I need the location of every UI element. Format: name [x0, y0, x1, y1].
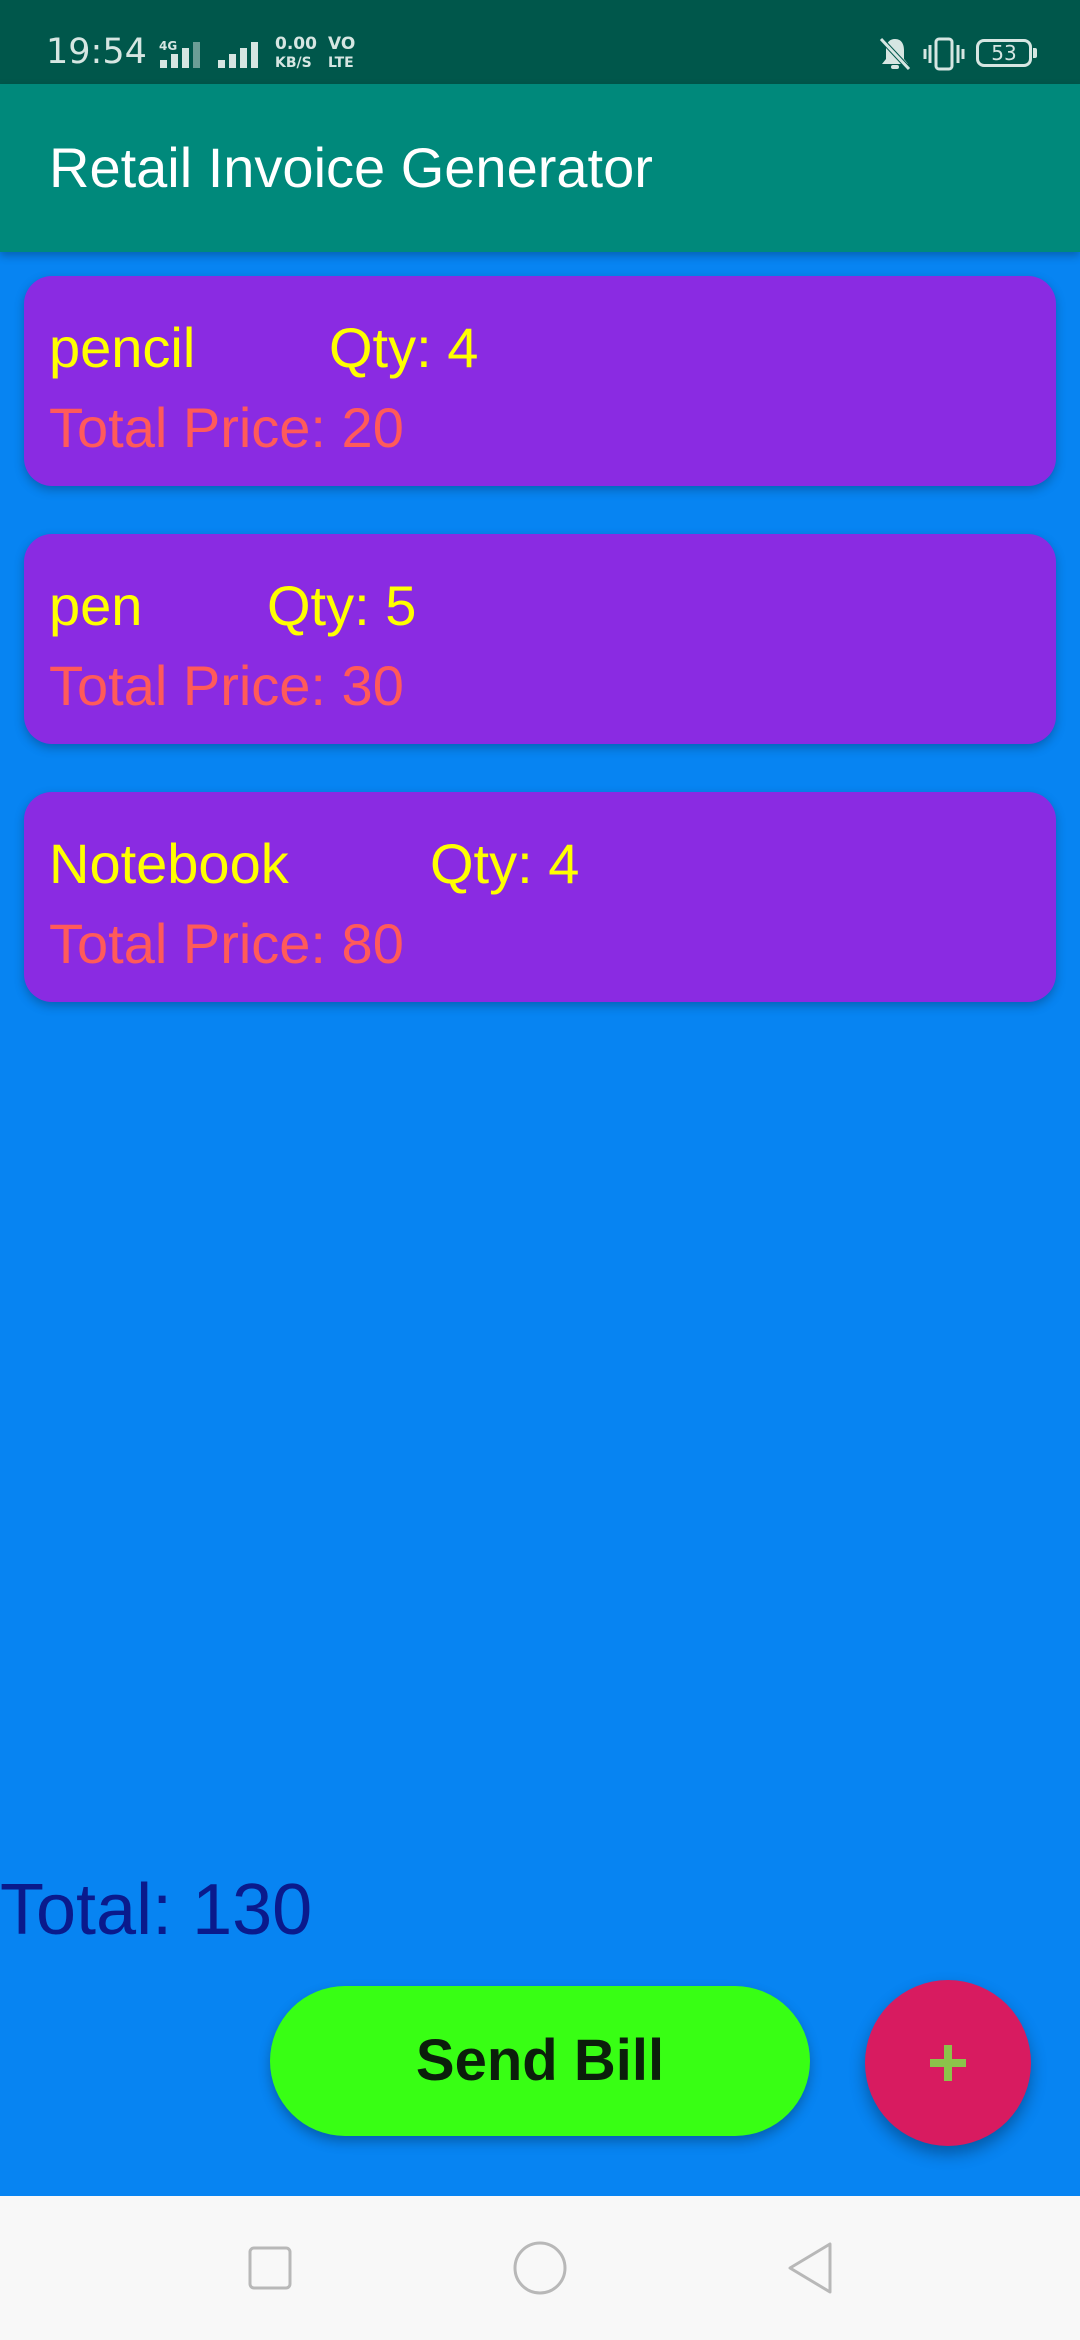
mute-icon: [879, 37, 911, 71]
volte-bottom: LTE: [328, 55, 354, 71]
item-name: pen: [49, 574, 143, 637]
app-bar: Retail Invoice Generator: [0, 84, 1080, 252]
item-qty: Qty: 4: [329, 316, 479, 379]
item-card[interactable]: pencil Qty: 4 Total Price: 20: [24, 276, 1056, 486]
item-card[interactable]: pen Qty: 5 Total Price: 30: [24, 534, 1056, 744]
status-bar: 19:54 4G 0.00 KB/S VO LTE 53: [0, 0, 1080, 84]
item-qty: Qty: 4: [430, 832, 580, 895]
signal-icon: [160, 42, 200, 68]
recents-square-icon[interactable]: [240, 2238, 300, 2298]
item-total-price: Total Price: 30: [49, 654, 404, 717]
data-speed-unit: KB/S: [275, 55, 312, 71]
navigation-bar: [0, 2196, 1080, 2340]
item-name: pencil: [49, 316, 196, 379]
item-name: Notebook: [49, 832, 289, 895]
plus-icon: [930, 2045, 966, 2081]
item-qty: Qty: 5: [267, 574, 417, 637]
send-bill-button[interactable]: Send Bill: [270, 1986, 810, 2136]
grand-total: Total: 130: [0, 1870, 313, 1950]
item-total-price: Total Price: 80: [49, 912, 404, 975]
back-triangle-icon[interactable]: [780, 2238, 840, 2298]
battery-icon: 53: [976, 39, 1037, 67]
vibrate-icon: [923, 37, 965, 71]
signal-icon-2: [218, 42, 258, 68]
home-circle-icon[interactable]: [510, 2238, 570, 2298]
item-card[interactable]: Notebook Qty: 4 Total Price: 80: [24, 792, 1056, 1002]
volte-top: VO: [328, 34, 356, 54]
app-title: Retail Invoice Generator: [49, 136, 653, 199]
add-item-button[interactable]: [865, 1980, 1031, 2146]
status-time: 19:54: [46, 32, 147, 72]
data-speed-value: 0.00: [275, 34, 317, 54]
app-screen: 19:54 4G 0.00 KB/S VO LTE 53 Retail Invo…: [0, 0, 1080, 2340]
item-total-price: Total Price: 20: [49, 396, 404, 459]
